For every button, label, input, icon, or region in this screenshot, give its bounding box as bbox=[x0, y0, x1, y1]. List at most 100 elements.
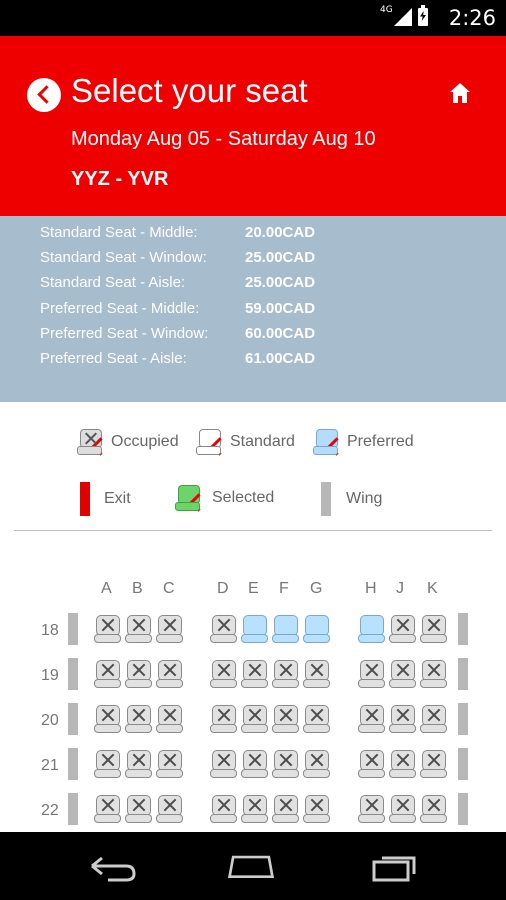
price-label: Standard Seat - Middle: bbox=[40, 224, 198, 241]
wing-marker bbox=[68, 613, 78, 645]
occupied-seat bbox=[125, 750, 153, 778]
column-letter: B bbox=[132, 580, 143, 597]
occupied-x-icon bbox=[366, 709, 379, 721]
selected-seat-icon bbox=[175, 485, 201, 511]
occupied-x-icon bbox=[311, 799, 324, 811]
occupied-seat bbox=[303, 750, 331, 778]
preferred-seat[interactable] bbox=[241, 615, 269, 643]
price-value: 25.00CAD bbox=[245, 274, 316, 291]
trip-route: YYZ - YVR bbox=[71, 168, 169, 190]
column-letter: K bbox=[427, 580, 438, 597]
occupied-seat bbox=[389, 705, 417, 733]
wing-marker bbox=[68, 793, 78, 825]
status-icons: 4G bbox=[380, 5, 428, 26]
occupied-seat bbox=[125, 615, 153, 643]
occupied-seat bbox=[94, 750, 122, 778]
occupied-x-icon bbox=[164, 709, 177, 721]
price-value: 60.00CAD bbox=[245, 325, 316, 342]
occupied-seat bbox=[156, 705, 184, 733]
occupied-x-icon bbox=[280, 754, 293, 766]
occupied-x-icon bbox=[280, 799, 293, 811]
occupied-seat bbox=[272, 750, 300, 778]
signal-icon: 4G bbox=[380, 5, 412, 26]
occupied-seat-icon bbox=[77, 429, 103, 455]
legend-label: Selected bbox=[212, 489, 275, 506]
preferred-seat[interactable] bbox=[358, 615, 386, 643]
occupied-x-icon bbox=[397, 664, 410, 676]
occupied-x-icon bbox=[133, 664, 146, 676]
occupied-x-icon bbox=[249, 799, 262, 811]
occupied-seat bbox=[241, 750, 269, 778]
price-label: Standard Seat - Aisle: bbox=[40, 274, 186, 291]
column-letter: F bbox=[279, 580, 289, 597]
occupied-seat bbox=[210, 615, 238, 643]
legend-label: Wing bbox=[346, 490, 383, 507]
occupied-seat bbox=[272, 705, 300, 733]
price-value: 61.00CAD bbox=[245, 350, 316, 367]
occupied-seat bbox=[420, 660, 448, 688]
battery-charging-icon bbox=[418, 5, 428, 26]
legend-standard: Standard bbox=[196, 429, 295, 455]
back-nav-icon[interactable] bbox=[88, 850, 138, 882]
occupied-x-icon bbox=[102, 664, 115, 676]
legend-exit: Exit bbox=[80, 482, 131, 516]
occupied-x-icon bbox=[133, 799, 146, 811]
occupied-x-icon bbox=[428, 754, 441, 766]
occupied-seat bbox=[420, 615, 448, 643]
occupied-x-icon bbox=[218, 709, 231, 721]
occupied-seat bbox=[303, 795, 331, 823]
occupied-seat bbox=[210, 660, 238, 688]
occupied-x-icon bbox=[366, 799, 379, 811]
occupied-x-icon bbox=[280, 709, 293, 721]
occupied-x-icon bbox=[428, 709, 441, 721]
row-number: 22 bbox=[41, 802, 59, 819]
column-letter: E bbox=[248, 580, 259, 597]
recent-apps-icon[interactable] bbox=[370, 850, 420, 882]
occupied-x-icon bbox=[164, 664, 177, 676]
wing-marker bbox=[458, 703, 468, 735]
occupied-x-icon bbox=[311, 664, 324, 676]
page-title: Select your seat bbox=[71, 72, 308, 109]
row-number: 20 bbox=[41, 712, 59, 729]
divider bbox=[14, 530, 492, 531]
price-value: 59.00CAD bbox=[245, 300, 316, 317]
occupied-seat bbox=[210, 795, 238, 823]
legend-label: Standard bbox=[230, 433, 295, 450]
preferred-seat[interactable] bbox=[272, 615, 300, 643]
occupied-x-icon bbox=[164, 799, 177, 811]
column-letter: G bbox=[310, 580, 323, 597]
wing-marker bbox=[68, 748, 78, 780]
column-letter: A bbox=[101, 580, 112, 597]
legend-wing: Wing bbox=[321, 482, 382, 516]
occupied-seat bbox=[156, 795, 184, 823]
price-list: Standard Seat - Middle: 20.00CAD Standar… bbox=[0, 216, 506, 402]
navigation-bar bbox=[0, 832, 506, 900]
back-icon[interactable] bbox=[27, 78, 61, 112]
preferred-seat[interactable] bbox=[303, 615, 331, 643]
trip-dates: Monday Aug 05 - Saturday Aug 10 bbox=[71, 128, 376, 150]
wing-marker bbox=[458, 658, 468, 690]
home-icon[interactable] bbox=[449, 82, 471, 104]
occupied-seat bbox=[241, 660, 269, 688]
price-label: Standard Seat - Window: bbox=[40, 249, 207, 266]
occupied-x-icon bbox=[102, 754, 115, 766]
status-bar: 4G 2:26 bbox=[0, 0, 506, 36]
price-label: Preferred Seat - Middle: bbox=[40, 300, 200, 317]
occupied-x-icon bbox=[428, 799, 441, 811]
occupied-seat bbox=[358, 705, 386, 733]
occupied-seat bbox=[389, 615, 417, 643]
preferred-seat-icon bbox=[313, 429, 339, 455]
occupied-seat bbox=[210, 705, 238, 733]
price-label: Preferred Seat - Aisle: bbox=[40, 350, 187, 367]
occupied-seat bbox=[420, 750, 448, 778]
exit-marker-icon bbox=[80, 482, 90, 516]
occupied-x-icon bbox=[397, 709, 410, 721]
home-nav-icon[interactable] bbox=[226, 850, 276, 882]
occupied-x-icon bbox=[280, 664, 293, 676]
clock: 2:26 bbox=[448, 6, 496, 30]
occupied-seat bbox=[303, 660, 331, 688]
occupied-seat bbox=[389, 795, 417, 823]
occupied-seat bbox=[420, 795, 448, 823]
occupied-x-icon bbox=[397, 754, 410, 766]
legend-occupied: Occupied bbox=[77, 429, 179, 455]
